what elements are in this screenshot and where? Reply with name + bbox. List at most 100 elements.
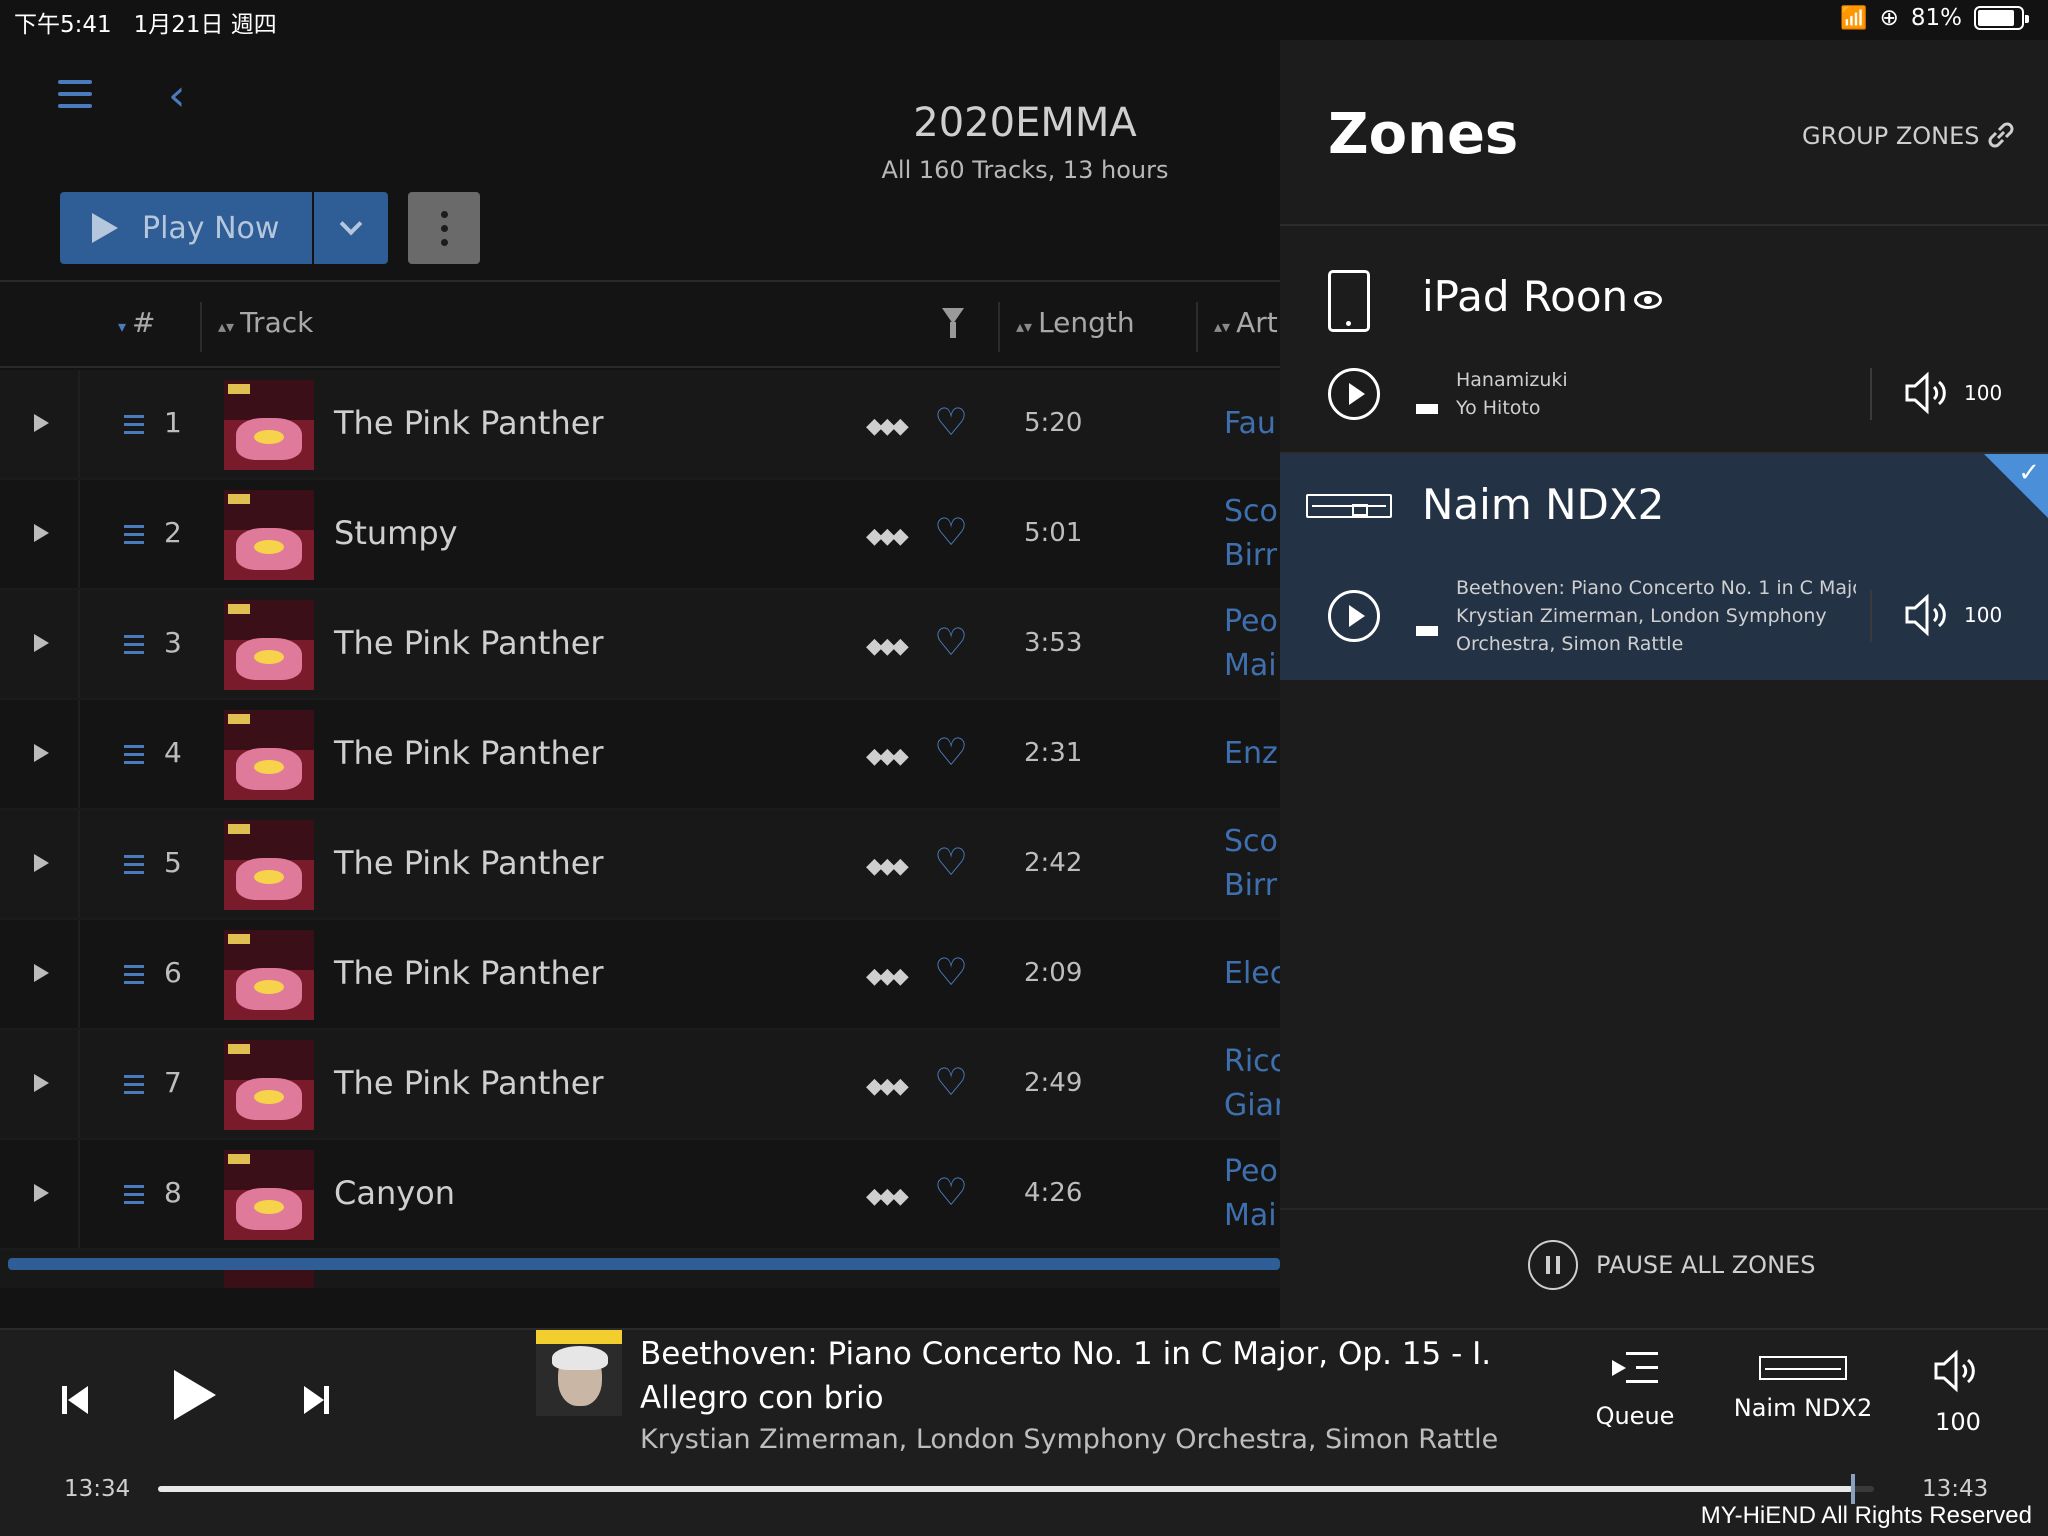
table-row[interactable]: 2 Stumpy ◆◆◆ ♡ 5:01 Sco Birr <box>0 480 1280 590</box>
horizontal-scrollbar[interactable] <box>8 1258 1280 1270</box>
seek-bar[interactable] <box>158 1474 1874 1504</box>
battery-icon <box>1974 6 2029 30</box>
track-title[interactable]: The Pink Panther <box>334 954 604 992</box>
track-artist[interactable]: Peo <box>1224 1150 1278 1194</box>
track-title[interactable]: The Pink Panther <box>334 404 604 442</box>
rotation-lock-icon: ⊕ <box>1879 5 1899 31</box>
track-title[interactable]: The Pink Panther <box>334 734 604 772</box>
album-art <box>224 820 314 910</box>
heart-icon[interactable]: ♡ <box>934 950 968 994</box>
play-track-icon[interactable] <box>34 634 49 652</box>
table-row[interactable]: 7 The Pink Panther ◆◆◆ ♡ 2:49 Ricc Giar <box>0 1030 1280 1140</box>
track-artist-line2[interactable]: Giar <box>1224 1084 1280 1128</box>
track-title[interactable]: Canyon <box>334 1174 455 1212</box>
play-track-icon[interactable] <box>34 524 49 542</box>
track-length: 5:01 <box>1024 518 1083 548</box>
play-track-icon[interactable] <box>34 964 49 982</box>
queue-button[interactable]: Queue <box>1590 1348 1680 1430</box>
play-track-icon[interactable] <box>34 854 49 872</box>
zone-naim-ndx2[interactable]: Naim NDX2 ✓ Beethoven: Piano Concerto No… <box>1280 454 2048 680</box>
table-row[interactable]: 6 The Pink Panther ◆◆◆ ♡ 2:09 Elec <box>0 920 1280 1030</box>
track-number: 3 <box>164 626 182 659</box>
track-number: 5 <box>164 846 182 879</box>
seek-handle[interactable] <box>1851 1474 1856 1504</box>
header-length[interactable]: ▴▾ Length <box>1016 306 1135 339</box>
track-length: 3:53 <box>1024 628 1083 658</box>
zone-play-button[interactable] <box>1328 590 1380 642</box>
menu-icon[interactable] <box>58 80 92 108</box>
speaker-icon <box>1934 1349 1975 1393</box>
play-pause-button[interactable] <box>174 1370 216 1420</box>
table-row[interactable]: 8 Canyon ◆◆◆ ♡ 4:26 Peo Mai <box>0 1140 1280 1250</box>
drag-handle-icon[interactable] <box>124 745 144 769</box>
track-artist[interactable]: Elec <box>1224 952 1280 996</box>
back-arrow-icon[interactable]: ‹ <box>168 70 186 121</box>
tidal-icon: ◆◆◆ <box>866 524 909 549</box>
heart-icon[interactable]: ♡ <box>934 1060 968 1104</box>
play-now-button[interactable]: Play Now <box>60 192 312 264</box>
track-title[interactable]: The Pink Panther <box>334 1064 604 1102</box>
drag-handle-icon[interactable] <box>124 415 144 439</box>
track-artist-line2[interactable]: Mai <box>1224 1194 1277 1238</box>
drag-handle-icon[interactable] <box>124 965 144 989</box>
volume-button[interactable]: 100 <box>1918 1348 1998 1436</box>
drag-handle-icon[interactable] <box>124 1075 144 1099</box>
now-playing-album-art[interactable] <box>536 1330 622 1416</box>
track-artist[interactable]: Ricc <box>1224 1040 1280 1084</box>
more-options-button[interactable] <box>408 192 480 264</box>
zone-volume[interactable]: 100 <box>1904 592 2002 638</box>
heart-icon[interactable]: ♡ <box>934 620 968 664</box>
track-artist[interactable]: Sco <box>1224 820 1278 864</box>
chevron-down-icon <box>339 212 363 236</box>
play-track-icon[interactable] <box>34 744 49 762</box>
table-row[interactable]: 3 The Pink Panther ◆◆◆ ♡ 3:53 Peo Mai <box>0 590 1280 700</box>
heart-icon[interactable]: ♡ <box>934 730 968 774</box>
zone-volume[interactable]: 100 <box>1904 370 2002 416</box>
heart-icon[interactable]: ♡ <box>934 1170 968 1214</box>
table-row[interactable] <box>0 1250 1280 1290</box>
filter-icon[interactable] <box>942 308 964 338</box>
zone-selector-button[interactable]: Naim NDX2 <box>1728 1348 1878 1422</box>
heart-icon[interactable]: ♡ <box>934 510 968 554</box>
zone-play-button[interactable] <box>1328 368 1380 420</box>
track-artist[interactable]: Fau <box>1224 402 1276 446</box>
header-number[interactable]: ▾ # <box>118 306 156 339</box>
drag-handle-icon[interactable] <box>124 855 144 879</box>
track-title[interactable]: The Pink Panther <box>334 624 604 662</box>
play-options-dropdown[interactable] <box>314 192 388 264</box>
heart-icon[interactable]: ♡ <box>934 840 968 884</box>
zones-panel: Zones GROUP ZONES iPad Roon Hanamizuki Y… <box>1280 40 2048 1328</box>
drag-handle-icon[interactable] <box>124 1185 144 1209</box>
pause-all-zones-button[interactable]: PAUSE ALL ZONES <box>1528 1240 1815 1290</box>
table-row[interactable]: 4 The Pink Panther ◆◆◆ ♡ 2:31 Enz <box>0 700 1280 810</box>
track-artist[interactable]: Sco <box>1224 490 1278 534</box>
zone-now-playing-artist: Yo Hitoto <box>1456 397 1541 419</box>
scrollbar-track <box>0 1288 1280 1328</box>
table-row[interactable]: 1 The Pink Panther ◆◆◆ ♡ 5:20 Fau <box>0 370 1280 480</box>
table-row[interactable]: 5 The Pink Panther ◆◆◆ ♡ 2:42 Sco Birr <box>0 810 1280 920</box>
group-zones-button[interactable]: GROUP ZONES <box>1802 122 1980 150</box>
track-artist-line2[interactable]: Birr <box>1224 864 1277 908</box>
track-artist-line2[interactable]: Birr <box>1224 534 1277 578</box>
play-track-icon[interactable] <box>34 1184 49 1202</box>
play-track-icon[interactable] <box>34 1074 49 1092</box>
track-artist[interactable]: Enz <box>1224 732 1278 776</box>
track-artist[interactable]: Peo <box>1224 600 1278 644</box>
elapsed-time: 13:34 <box>64 1476 131 1502</box>
play-track-icon[interactable] <box>34 414 49 432</box>
now-playing-artist[interactable]: Krystian Zimerman, London Symphony Orche… <box>640 1424 1498 1455</box>
previous-track-icon[interactable] <box>62 1384 90 1416</box>
streamer-icon <box>1306 494 1392 518</box>
track-artist-line2[interactable]: Mai <box>1224 644 1277 688</box>
link-icon[interactable] <box>1984 120 2018 150</box>
drag-handle-icon[interactable] <box>124 525 144 549</box>
track-title[interactable]: The Pink Panther <box>334 844 604 882</box>
track-title[interactable]: Stumpy <box>334 514 458 552</box>
now-playing-title[interactable]: Beethoven: Piano Concerto No. 1 in C Maj… <box>640 1332 1520 1420</box>
heart-icon[interactable]: ♡ <box>934 400 968 444</box>
next-track-icon[interactable] <box>302 1384 330 1416</box>
header-track[interactable]: ▴▾ Track <box>218 306 313 339</box>
zone-art-thumb <box>1416 404 1438 414</box>
drag-handle-icon[interactable] <box>124 635 144 659</box>
header-artist[interactable]: ▴▾ Art <box>1214 306 1278 339</box>
